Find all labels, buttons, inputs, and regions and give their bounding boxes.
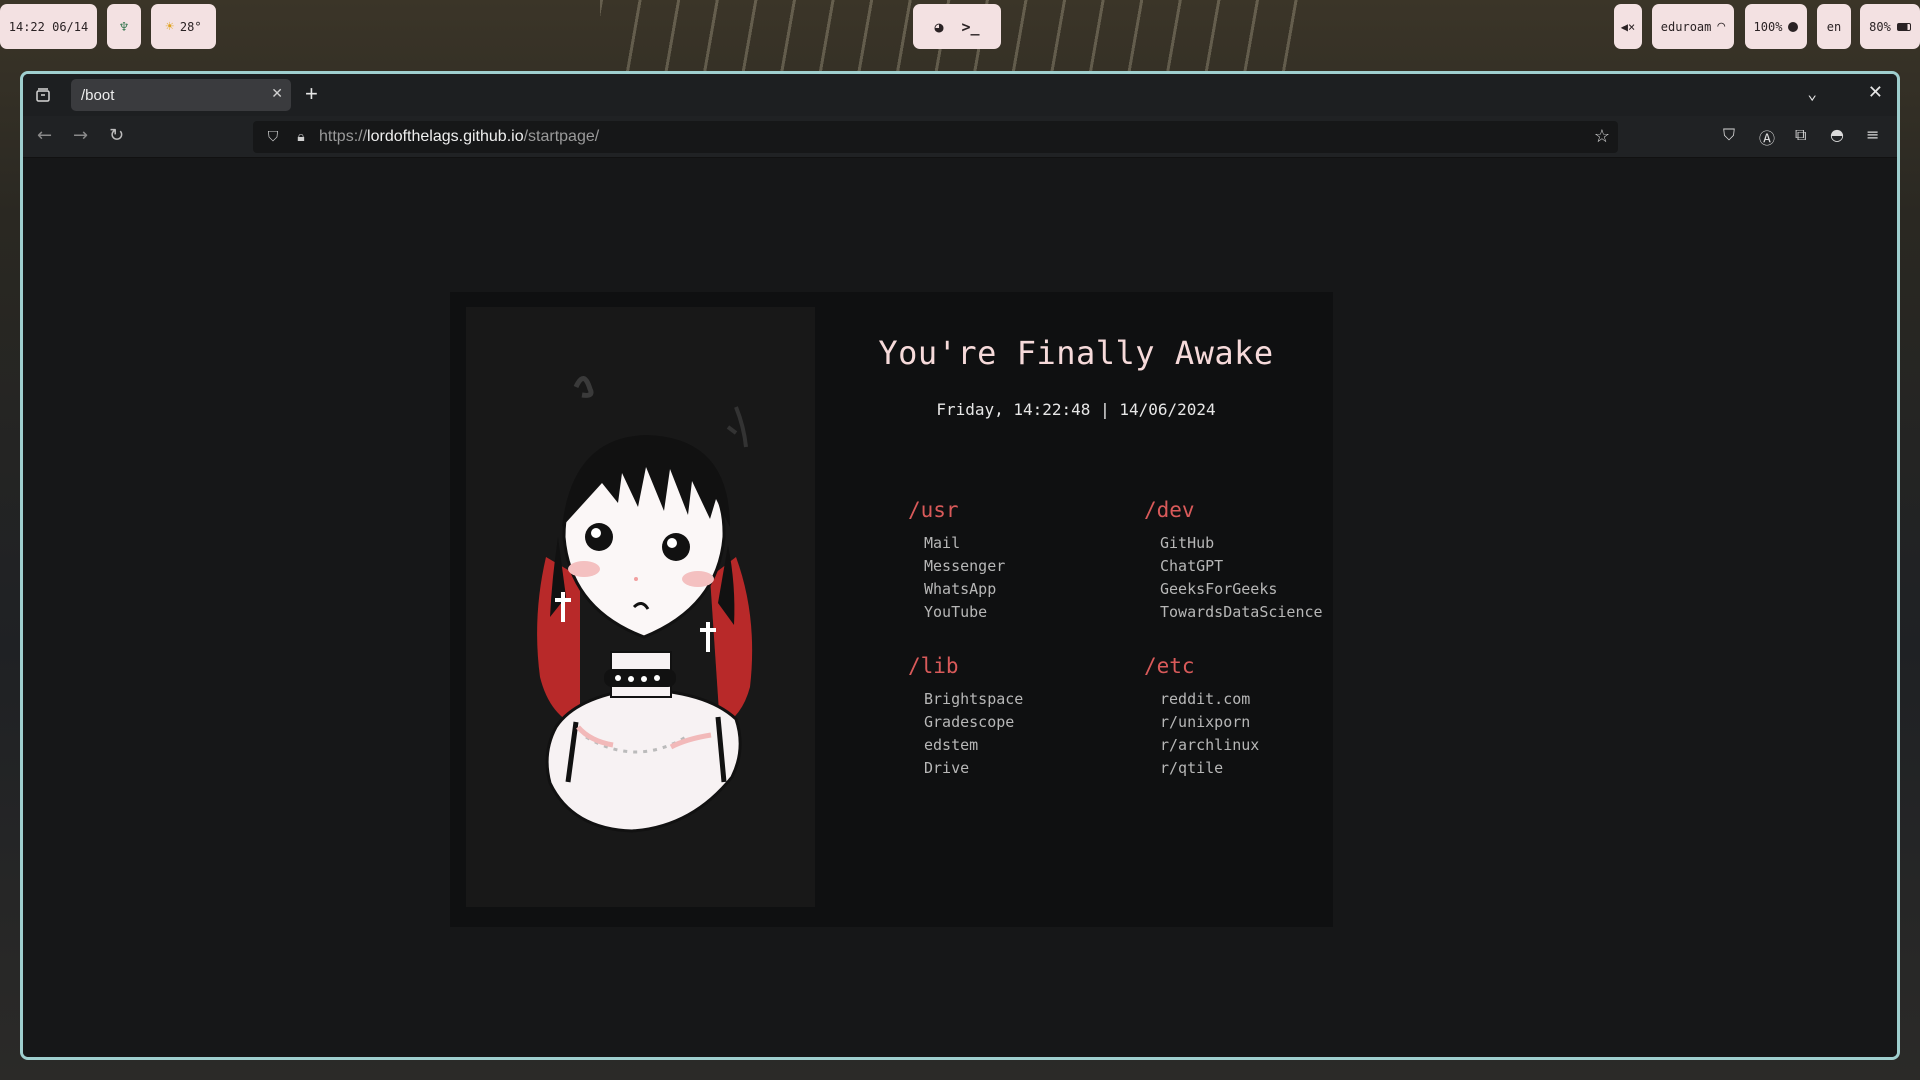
tab-title: /boot xyxy=(81,86,115,104)
link-edstem[interactable]: edstem xyxy=(908,734,1128,757)
link-r-qtile[interactable]: r/qtile xyxy=(1144,757,1364,780)
tab-bar: /boot ✕ + ⌄ ✕ xyxy=(23,74,1897,116)
tab-boot[interactable]: /boot ✕ xyxy=(71,79,291,111)
close-window-icon[interactable]: ✕ xyxy=(1868,82,1883,103)
link-reddit[interactable]: reddit.com xyxy=(1144,688,1364,711)
link-geeksforgeeks[interactable]: GeeksForGeeks xyxy=(1144,578,1364,601)
link-brightspace[interactable]: Brightspace xyxy=(908,688,1128,711)
tree-icon: ♆ xyxy=(119,17,129,36)
link-towardsdatascience[interactable]: TowardsDataScience xyxy=(1144,601,1364,624)
illustration-panel xyxy=(466,307,815,907)
bookmark-star-icon[interactable]: ☆ xyxy=(1594,126,1610,147)
network-name: eduroam xyxy=(1660,19,1712,34)
chevron-down-icon[interactable]: ⌄ xyxy=(1807,84,1817,103)
group-title: /lib xyxy=(908,654,959,678)
menu-icon[interactable]: ≡ xyxy=(1866,125,1879,144)
startpage-card: You're Finally Awake Friday, 14:22:48 | … xyxy=(450,292,1333,927)
weather-text: 28° xyxy=(179,19,202,34)
group-title: /usr xyxy=(908,498,959,522)
forward-arrow-icon[interactable]: → xyxy=(73,126,88,146)
group-title: /dev xyxy=(1144,498,1195,522)
anime-girl-illustration xyxy=(537,376,753,833)
private-mask-icon[interactable]: ◓ xyxy=(1830,125,1844,144)
url-host: lordofthelags.github.io xyxy=(367,128,524,145)
url-bar[interactable]: ⛉ 🔒︎ https://lordofthelags.github.io/sta… xyxy=(253,121,1618,153)
pocket-icon[interactable]: ⛉ xyxy=(1723,125,1735,145)
datetime-text: Friday, 14:22:48 | 14/06/2024 xyxy=(936,400,1216,419)
battery-widget[interactable]: 80% xyxy=(1860,4,1920,49)
keyboard-layout-text: en xyxy=(1826,19,1842,34)
url-path: /startpage/ xyxy=(523,128,600,145)
link-group-lib: /lib Brightspace Gradescope edstem Drive xyxy=(908,654,1128,780)
link-r-unixporn[interactable]: r/unixporn xyxy=(1144,711,1364,734)
account-icon[interactable]: Ⓐ xyxy=(1759,125,1775,149)
volume-widget[interactable]: ◀× xyxy=(1614,4,1642,49)
close-tab-icon[interactable]: ✕ xyxy=(271,85,283,102)
brightness-icon xyxy=(1788,21,1799,32)
wifi-icon: ◠ xyxy=(1717,19,1726,34)
keyboard-layout-widget[interactable]: en xyxy=(1817,4,1851,49)
navigation-bar: ← → ↻ ⛉ 🔒︎ https://lordofthelags.github.… xyxy=(23,116,1897,158)
clock-widget[interactable]: 14:22 06/14 xyxy=(0,4,97,49)
page-title: You're Finally Awake xyxy=(878,334,1274,372)
reload-icon[interactable]: ↻ xyxy=(109,126,124,146)
link-messenger[interactable]: Messenger xyxy=(908,555,1128,578)
brightness-widget[interactable]: 100% xyxy=(1745,4,1807,49)
group-title: /etc xyxy=(1144,654,1195,678)
link-gradescope[interactable]: Gradescope xyxy=(908,711,1128,734)
weather-widget[interactable]: ☀ 28° xyxy=(151,4,216,49)
mute-speaker-icon: ◀× xyxy=(1620,19,1636,34)
link-whatsapp[interactable]: WhatsApp xyxy=(908,578,1128,601)
new-tab-icon[interactable]: + xyxy=(305,82,318,106)
url-scheme: https:// xyxy=(319,128,368,145)
link-github[interactable]: GitHub xyxy=(1144,532,1364,555)
sun-icon: ☀ xyxy=(165,18,174,35)
link-group-usr: /usr Mail Messenger WhatsApp YouTube xyxy=(908,498,1128,624)
brightness-text: 100% xyxy=(1753,19,1783,34)
battery-icon xyxy=(1896,22,1911,31)
lock-icon[interactable]: 🔒︎ xyxy=(287,129,315,145)
link-group-etc: /etc reddit.com r/unixporn r/archlinux r… xyxy=(1144,654,1364,780)
clock-text: 14:22 06/14 xyxy=(8,19,89,34)
link-chatgpt[interactable]: ChatGPT xyxy=(1144,555,1364,578)
app-menu-icon[interactable]: ◕ xyxy=(934,18,943,36)
status-widget[interactable]: ♆ xyxy=(107,4,141,49)
link-youtube[interactable]: YouTube xyxy=(908,601,1128,624)
battery-text: 80% xyxy=(1869,19,1891,34)
launcher-widget[interactable]: ◕ >_ xyxy=(913,4,1001,49)
link-group-dev: /dev GitHub ChatGPT GeeksForGeeks Toward… xyxy=(1144,498,1364,624)
network-widget[interactable]: eduroam ◠ xyxy=(1652,4,1734,49)
back-arrow-icon[interactable]: ← xyxy=(37,126,52,146)
shield-icon[interactable]: ⛉ xyxy=(259,129,287,145)
browser-window: /boot ✕ + ⌄ ✕ ← → ↻ ⛉ 🔒︎ https://lordoft… xyxy=(20,71,1900,1060)
terminal-icon[interactable]: >_ xyxy=(961,18,979,36)
link-drive[interactable]: Drive xyxy=(908,757,1128,780)
page-content: You're Finally Awake Friday, 14:22:48 | … xyxy=(23,158,1897,1057)
tab-overview-icon[interactable] xyxy=(31,83,55,107)
link-r-archlinux[interactable]: r/archlinux xyxy=(1144,734,1364,757)
link-mail[interactable]: Mail xyxy=(908,532,1128,555)
extensions-icon[interactable]: ⧉ xyxy=(1795,125,1806,145)
